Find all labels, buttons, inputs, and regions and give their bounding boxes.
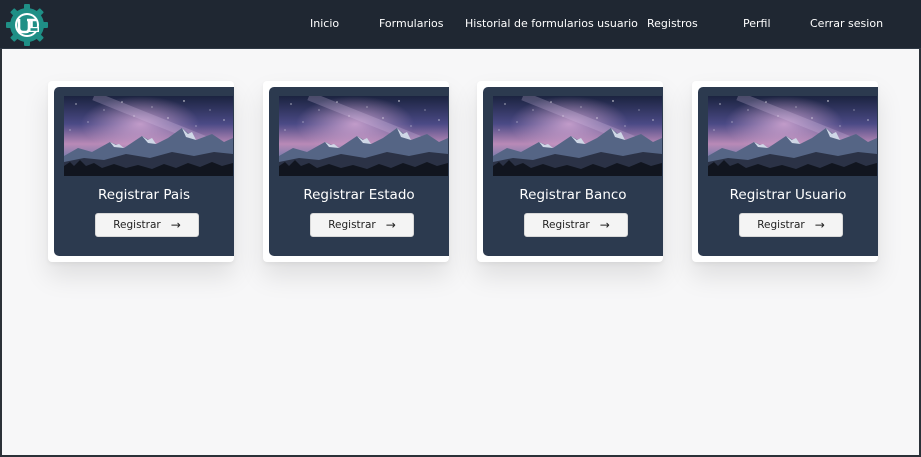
card-registrar-estado: Registrar Estado Registrar → — [263, 81, 449, 262]
registrar-pais-button[interactable]: Registrar → — [95, 213, 199, 237]
card-body: Registrar Pais Registrar → — [54, 87, 234, 256]
night-mountain-image — [708, 96, 877, 176]
registrar-banco-button[interactable]: Registrar → — [524, 213, 628, 237]
main-content: Registrar Pais Registrar → Registrar Est… — [0, 50, 921, 457]
night-mountain-image — [64, 96, 233, 176]
card-title: Registrar Pais — [98, 187, 190, 203]
arrow-right-icon: → — [599, 218, 610, 232]
card-registrar-usuario: Registrar Usuario Registrar → — [692, 81, 878, 262]
registrar-estado-button[interactable]: Registrar → — [310, 213, 414, 237]
card-title: Registrar Banco — [519, 187, 627, 203]
night-mountain-image — [493, 96, 662, 176]
nav-link-formularios[interactable]: Formularios — [379, 17, 444, 30]
button-label: Registrar — [542, 219, 590, 231]
night-mountain-image — [279, 96, 448, 176]
card-registrar-pais: Registrar Pais Registrar → — [48, 81, 234, 262]
nav-link-historial[interactable]: Historial de formularios usuario — [465, 17, 638, 30]
registrar-usuario-button[interactable]: Registrar → — [739, 213, 843, 237]
nav-link-perfil[interactable]: Perfil — [743, 17, 771, 30]
nav-links: Inicio Formularios Historial de formular… — [0, 0, 921, 49]
button-label: Registrar — [328, 219, 376, 231]
nav-link-cerrar-sesion[interactable]: Cerrar sesion — [810, 17, 883, 30]
nav-link-inicio[interactable]: Inicio — [310, 17, 339, 30]
button-label: Registrar — [113, 219, 161, 231]
card-body: Registrar Usuario Registrar → — [698, 87, 878, 256]
button-label: Registrar — [757, 219, 805, 231]
card-registrar-banco: Registrar Banco Registrar → — [477, 81, 663, 262]
arrow-right-icon: → — [814, 218, 825, 232]
navbar: Inicio Formularios Historial de formular… — [0, 0, 921, 49]
card-body: Registrar Estado Registrar → — [269, 87, 449, 256]
arrow-right-icon: → — [170, 218, 181, 232]
nav-link-registros[interactable]: Registros — [647, 17, 698, 30]
card-title: Registrar Usuario — [729, 187, 847, 203]
arrow-right-icon: → — [385, 218, 396, 232]
card-title: Registrar Estado — [303, 187, 415, 203]
card-body: Registrar Banco Registrar → — [483, 87, 663, 256]
